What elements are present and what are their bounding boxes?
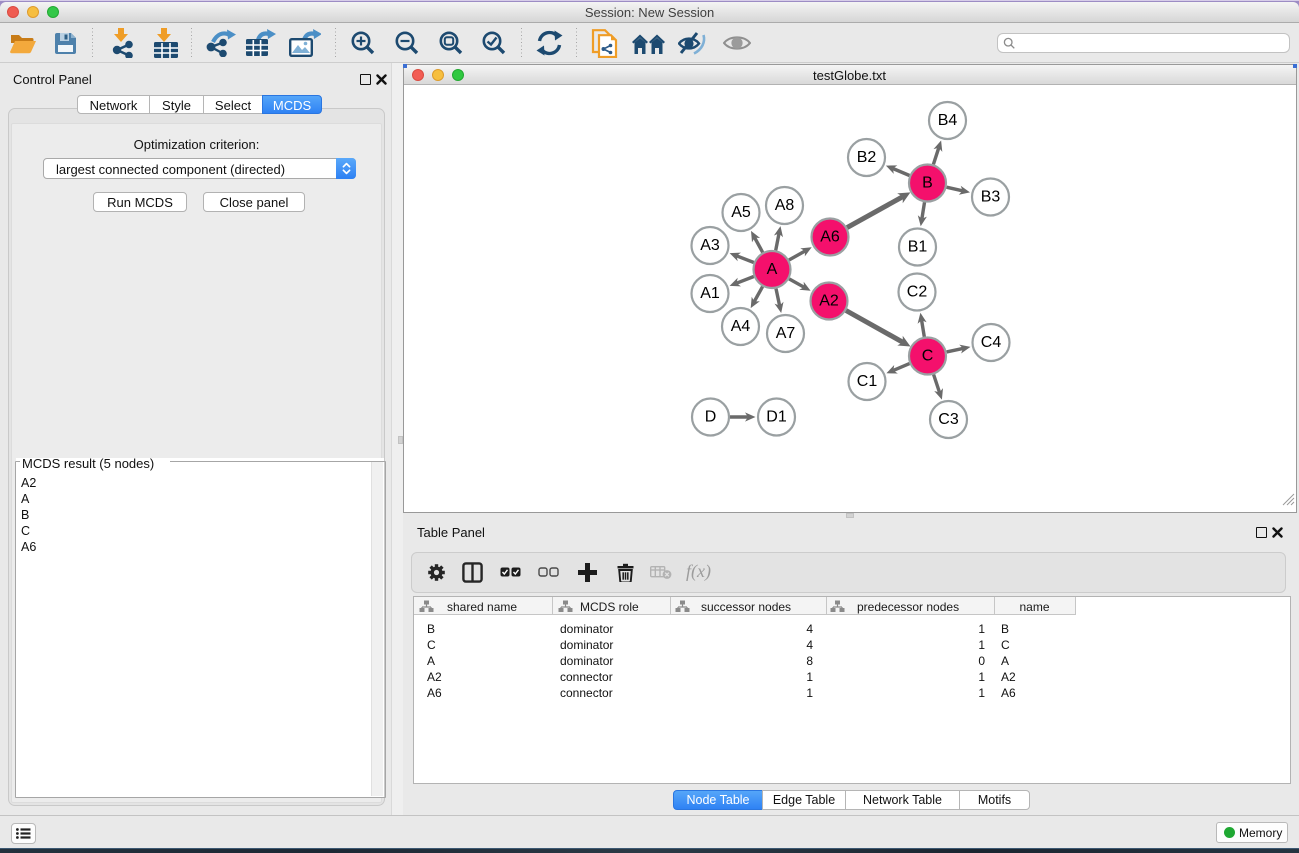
svg-text:D1: D1 (766, 409, 787, 426)
svg-text:A7: A7 (776, 325, 796, 342)
svg-text:A4: A4 (731, 318, 751, 335)
svg-text:B1: B1 (908, 239, 928, 256)
svg-text:A5: A5 (731, 204, 751, 221)
svg-text:B: B (922, 175, 933, 192)
svg-text:C3: C3 (938, 411, 959, 428)
svg-text:B4: B4 (938, 112, 958, 129)
svg-text:A8: A8 (775, 197, 795, 214)
svg-text:C: C (922, 348, 934, 365)
svg-text:C4: C4 (981, 334, 1002, 351)
svg-text:B2: B2 (857, 149, 877, 166)
svg-text:A6: A6 (820, 229, 840, 246)
svg-text:B3: B3 (981, 189, 1001, 206)
svg-text:C1: C1 (857, 373, 878, 390)
svg-text:D: D (705, 409, 717, 426)
svg-text:A1: A1 (700, 285, 720, 302)
svg-text:A2: A2 (819, 293, 839, 310)
svg-text:C2: C2 (907, 284, 928, 301)
svg-text:A3: A3 (700, 237, 720, 254)
svg-text:A: A (767, 261, 778, 278)
